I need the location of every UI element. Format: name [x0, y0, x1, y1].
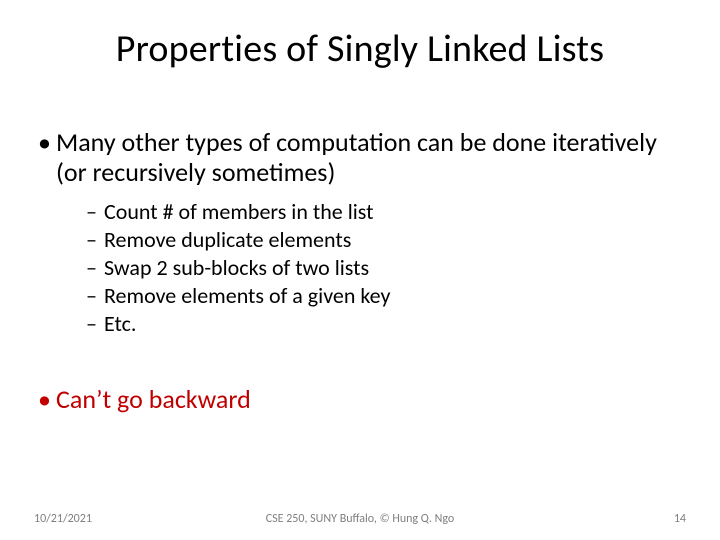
sub-bullet: Swap 2 sub-blocks of two lists: [86, 254, 686, 282]
footer-source: CSE 250, SUNY Buffalo, © Hung Q. Ngo: [34, 512, 686, 526]
sub-bullet: Remove elements of a given key: [86, 282, 686, 310]
bullet-main-2: Can’t go backward: [34, 385, 686, 415]
slide: Properties of Singly Linked Lists Many o…: [0, 0, 720, 540]
footer-page-number: 14: [674, 512, 686, 526]
bullet-main-1: Many other types of computation can be d…: [34, 128, 686, 188]
sub-bullet-list: Count # of members in the list Remove du…: [86, 198, 686, 339]
sub-bullet: Remove duplicate elements: [86, 226, 686, 254]
slide-body: Many other types of computation can be d…: [34, 128, 686, 424]
slide-title: Properties of Singly Linked Lists: [0, 26, 720, 72]
sub-bullet: Etc.: [86, 310, 686, 338]
sub-bullet: Count # of members in the list: [86, 198, 686, 226]
